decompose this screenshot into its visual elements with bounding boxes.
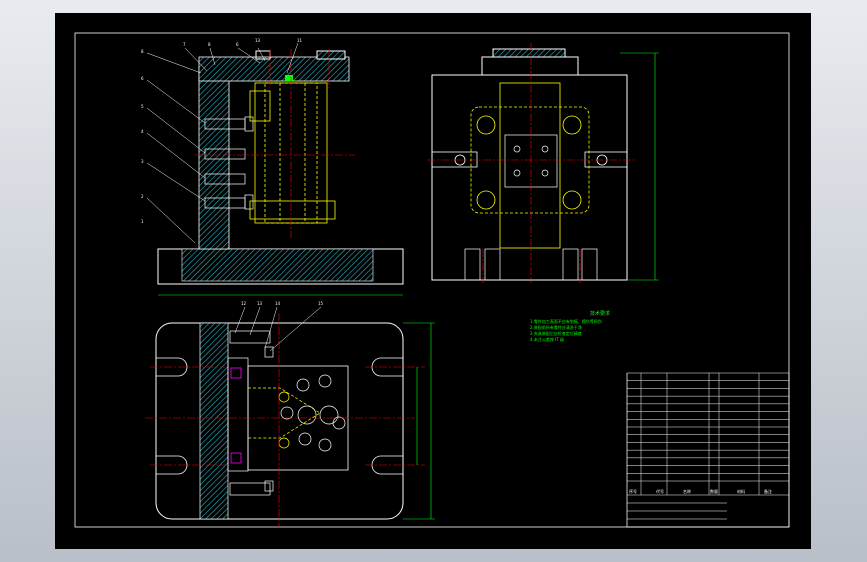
title-block-header: 备注: [764, 488, 772, 494]
technical-notes: 技术要求 1.零件加工表面不应有划痕、擦伤等损伤 2.装配前所有零件应清洗干净 …: [530, 311, 680, 343]
balloon-label: 14: [275, 301, 281, 306]
balloon-label: 6: [236, 42, 239, 47]
viewport: 8 7 8 6 13 11 6 5 4 3 2 1 12 13 14 15 序号…: [0, 0, 867, 562]
title-block-header: 代号: [656, 488, 664, 494]
balloon-label: 3: [141, 159, 144, 164]
balloon-label: 7: [183, 42, 186, 47]
title-block-header: 序号: [629, 488, 637, 494]
balloon-label: 1: [141, 219, 144, 224]
title-block-header: 名称: [683, 488, 691, 494]
notes-title: 技术要求: [590, 311, 611, 317]
title-block-header: 数量: [710, 488, 718, 494]
balloon-label: 12: [241, 301, 247, 306]
balloon-label: 6: [141, 76, 144, 81]
note-line: 4.未注公差按 IT 级: [530, 337, 564, 342]
balloon-label: 4: [141, 129, 144, 134]
balloon-label: 13: [257, 301, 263, 306]
drawing-sheet: 8 7 8 6 13 11 6 5 4 3 2 1 12 13 14 15 序号…: [55, 13, 811, 549]
balloon-label: 15: [318, 301, 324, 306]
plan-view: 12 13 14 15: [145, 301, 435, 528]
front-view: 8 7 8 6 13 11 6 5 4 3 2 1: [141, 38, 404, 296]
title-block-header: 材料: [737, 488, 745, 494]
balloon-label: 8: [141, 49, 144, 54]
balloon-label: 2: [141, 194, 144, 199]
title-block: 序号 代号 名称 数量 材料 备注: [626, 372, 790, 528]
balloon-label: 11: [297, 38, 303, 43]
cad-drawing: 8 7 8 6 13 11 6 5 4 3 2 1 12 13 14 15 序号…: [74, 32, 790, 528]
balloon-label: 5: [141, 104, 144, 109]
balloon-label: 8: [208, 42, 211, 47]
balloon-label: 13: [255, 38, 261, 43]
side-view: [427, 43, 659, 283]
